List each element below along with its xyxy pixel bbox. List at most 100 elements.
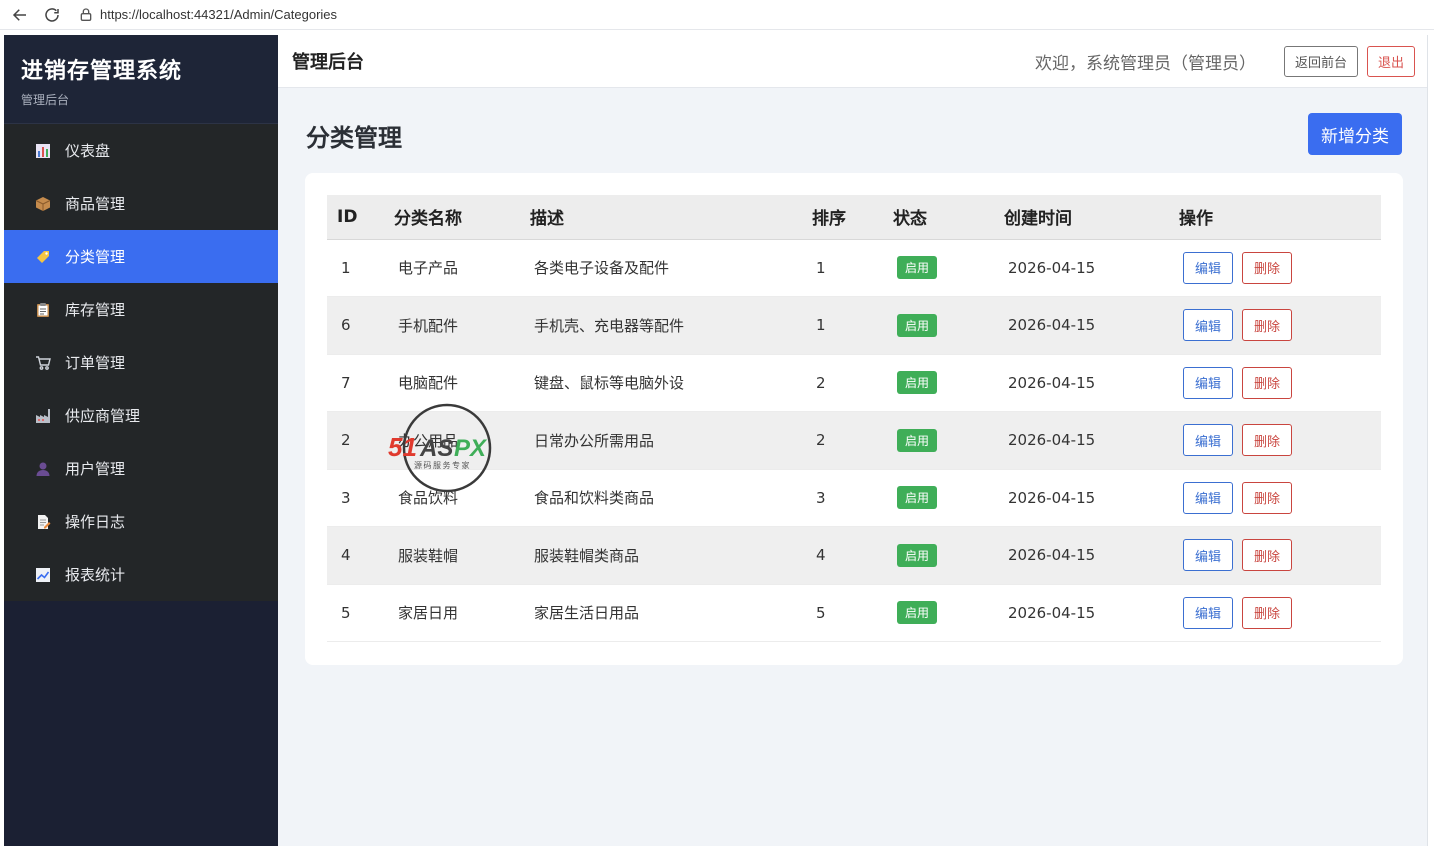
column-header: 状态 <box>883 195 994 240</box>
cell-id: 5 <box>341 603 351 622</box>
table-row: 5 家居日用 家居生活日用品 5 启用 2026-04-15 编辑 删除 <box>327 584 1381 642</box>
back-to-frontend-button[interactable]: 返回前台 <box>1283 45 1358 77</box>
edit-button[interactable]: 编辑 <box>1183 596 1234 629</box>
trend-chart-icon <box>34 566 52 584</box>
cell-status: 启用 <box>883 584 994 642</box>
back-arrow-icon[interactable] <box>8 3 32 27</box>
sidebar-item-label: 库存管理 <box>65 301 126 319</box>
cell-actions: 编辑 删除 <box>1169 584 1381 642</box>
welcome-text: 欢迎，系统管理员（管理员） <box>1034 53 1256 74</box>
brand-subtitle: 管理后台 <box>21 93 70 107</box>
cell-description: 家居生活日用品 <box>534 604 640 623</box>
cell-name: 服装鞋帽 <box>398 546 459 565</box>
table-row: 4 服装鞋帽 服装鞋帽类商品 4 启用 2026-04-15 编辑 删除 <box>327 526 1381 584</box>
edit-button[interactable]: 编辑 <box>1183 366 1234 399</box>
delete-button[interactable]: 删除 <box>1242 539 1293 572</box>
cell-id: 1 <box>341 258 351 277</box>
reload-icon[interactable] <box>40 3 64 27</box>
cell-name: 办公用品 <box>398 431 459 450</box>
cell-description: 日常办公所需用品 <box>534 431 655 450</box>
delete-button[interactable]: 删除 <box>1242 251 1293 284</box>
delete-button[interactable]: 删除 <box>1242 596 1293 629</box>
column-header: ID <box>327 195 384 240</box>
status-badge: 启用 <box>897 313 938 337</box>
sidebar-item-categories[interactable]: 分类管理 <box>4 230 278 283</box>
edit-button[interactable]: 编辑 <box>1183 251 1234 284</box>
status-badge: 启用 <box>897 371 938 395</box>
brand: 进销存管理系统 管理后台 <box>4 35 278 124</box>
cell-actions: 编辑 删除 <box>1169 469 1381 527</box>
cell-name: 电子产品 <box>398 259 459 278</box>
sidebar-item-label: 订单管理 <box>65 354 126 372</box>
url-text[interactable]: https://localhost:44321/Admin/Categories <box>100 7 337 22</box>
status-badge: 启用 <box>897 428 938 452</box>
status-badge: 启用 <box>897 256 938 280</box>
cell-status: 启用 <box>883 297 994 355</box>
topbar-title: 管理后台 <box>292 52 364 73</box>
site-info-icon[interactable] <box>78 7 94 23</box>
cell-actions: 编辑 删除 <box>1169 239 1381 297</box>
sidebar-item-label: 报表统计 <box>65 566 126 584</box>
cell-created: 2026-04-15 <box>1008 316 1096 335</box>
document-icon <box>34 513 52 531</box>
cell-name: 手机配件 <box>398 316 459 335</box>
status-badge: 启用 <box>897 486 938 510</box>
categories-table: ID 分类名称 描述 排序 状态 创建时间 操作 1 电子产品 各类电子设备及配… <box>327 195 1381 642</box>
sidebar-item-inventory[interactable]: 库存管理 <box>4 283 278 336</box>
address-bar[interactable]: https://localhost:44321/Admin/Categories <box>78 3 337 27</box>
sidebar-item-label: 操作日志 <box>65 513 126 531</box>
cell-actions: 编辑 删除 <box>1169 297 1381 355</box>
status-badge: 启用 <box>897 543 938 567</box>
add-category-button[interactable]: 新增分类 <box>1308 113 1402 155</box>
table-row: 7 电脑配件 键盘、鼠标等电脑外设 2 启用 2026-04-15 编辑 删除 <box>327 354 1381 412</box>
cart-icon <box>34 354 52 372</box>
sidebar-item-products[interactable]: 商品管理 <box>4 177 278 230</box>
logout-button[interactable]: 退出 <box>1366 45 1415 77</box>
table-header-row: ID 分类名称 描述 排序 状态 创建时间 操作 <box>327 195 1381 240</box>
cell-sort: 1 <box>816 258 826 277</box>
column-header: 创建时间 <box>994 195 1169 240</box>
cell-id: 3 <box>341 488 351 507</box>
cell-created: 2026-04-15 <box>1008 488 1096 507</box>
cell-sort: 2 <box>816 373 826 392</box>
cell-id: 7 <box>341 373 351 392</box>
edit-button[interactable]: 编辑 <box>1183 481 1234 514</box>
sidebar-item-label: 商品管理 <box>65 195 126 213</box>
topbar: 管理后台 欢迎，系统管理员（管理员） 返回前台 退出 <box>278 35 1427 88</box>
cell-status: 启用 <box>883 239 994 297</box>
cell-status: 启用 <box>883 412 994 470</box>
categories-card: ID 分类名称 描述 排序 状态 创建时间 操作 1 电子产品 各类电子设备及配… <box>305 173 1403 665</box>
package-icon <box>34 195 52 213</box>
user-icon <box>34 460 52 478</box>
cell-actions: 编辑 删除 <box>1169 354 1381 412</box>
sidebar-item-suppliers[interactable]: 供应商管理 <box>4 389 278 442</box>
delete-button[interactable]: 删除 <box>1242 424 1293 457</box>
cell-created: 2026-04-15 <box>1008 603 1096 622</box>
browser-toolbar: https://localhost:44321/Admin/Categories <box>0 0 1434 30</box>
delete-button[interactable]: 删除 <box>1242 309 1293 342</box>
sidebar: 进销存管理系统 管理后台 仪表盘 商品管理 分类管理 库存管理 订单管理 供应商… <box>4 35 278 846</box>
sidebar-item-orders[interactable]: 订单管理 <box>4 336 278 389</box>
table-row: 6 手机配件 手机壳、充电器等配件 1 启用 2026-04-15 编辑 删除 <box>327 296 1381 355</box>
cell-actions: 编辑 删除 <box>1169 412 1381 470</box>
clipboard-icon <box>34 301 52 319</box>
sidebar-item-label: 供应商管理 <box>65 407 141 425</box>
delete-button[interactable]: 删除 <box>1242 481 1293 514</box>
cell-description: 服装鞋帽类商品 <box>534 546 640 565</box>
edit-button[interactable]: 编辑 <box>1183 309 1234 342</box>
edit-button[interactable]: 编辑 <box>1183 424 1234 457</box>
delete-button[interactable]: 删除 <box>1242 366 1293 399</box>
sidebar-item-dashboard[interactable]: 仪表盘 <box>4 124 278 177</box>
cell-created: 2026-04-15 <box>1008 258 1096 277</box>
cell-created: 2026-04-15 <box>1008 373 1096 392</box>
cell-status: 启用 <box>883 469 994 527</box>
sidebar-item-label: 用户管理 <box>65 460 126 478</box>
page-header: 分类管理 新增分类 <box>306 113 1402 155</box>
sidebar-item-users[interactable]: 用户管理 <box>4 442 278 495</box>
sidebar-item-logs[interactable]: 操作日志 <box>4 495 278 548</box>
edit-button[interactable]: 编辑 <box>1183 539 1234 572</box>
cell-id: 2 <box>341 431 351 450</box>
cell-id: 4 <box>341 546 351 565</box>
sidebar-item-reports[interactable]: 报表统计 <box>4 548 278 601</box>
cell-description: 食品和饮料类商品 <box>534 489 655 508</box>
